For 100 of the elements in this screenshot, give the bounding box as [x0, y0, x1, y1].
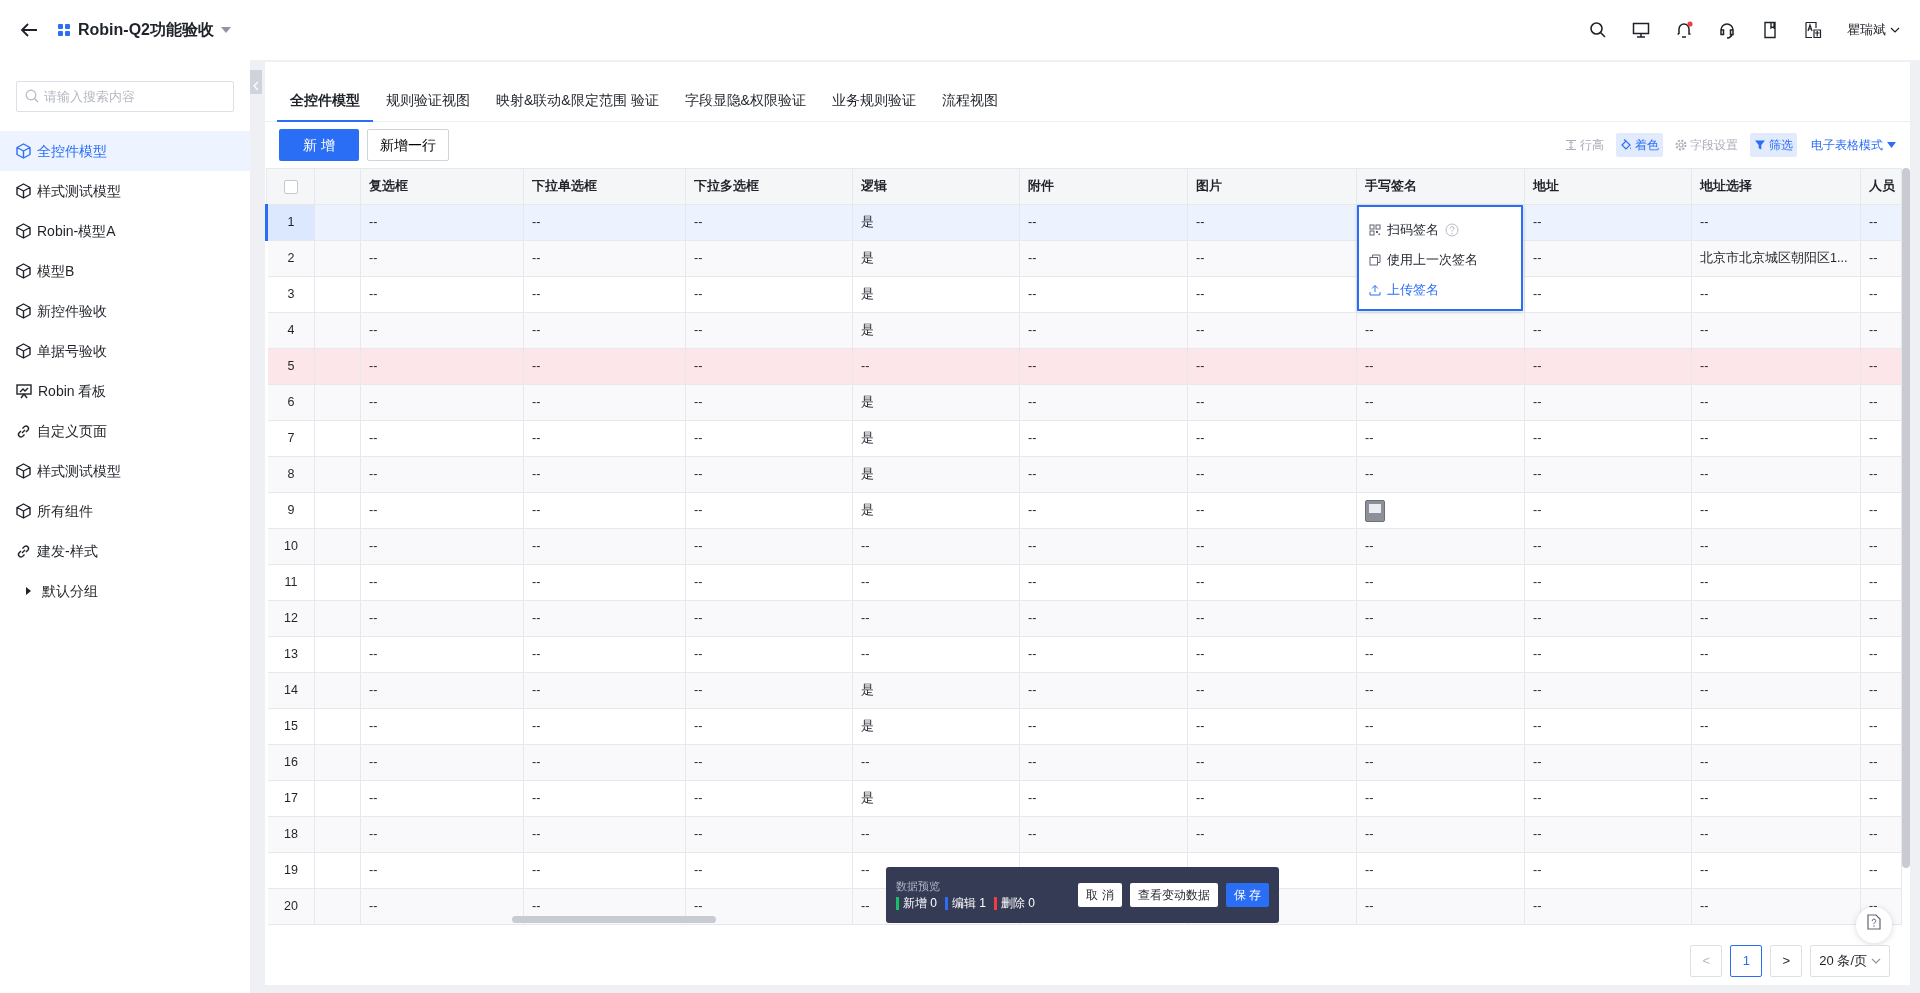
- table-cell: --: [1028, 755, 1037, 770]
- row-number[interactable]: 14: [266, 672, 315, 709]
- row-number[interactable]: 7: [266, 420, 315, 457]
- vertical-scrollbar[interactable]: [1902, 168, 1910, 868]
- table-cell: --: [1700, 755, 1709, 770]
- sidebar-group[interactable]: 默认分组: [0, 571, 250, 611]
- row-number[interactable]: 2: [266, 240, 315, 277]
- row-number[interactable]: 13: [266, 636, 315, 673]
- toolbar-button[interactable]: 着色: [1616, 133, 1663, 157]
- sidebar-item[interactable]: 新控件验收: [0, 291, 250, 331]
- sidebar-item[interactable]: Robin 看板: [0, 371, 250, 411]
- toolbar-button[interactable]: 筛选: [1750, 133, 1797, 157]
- tab[interactable]: 规则验证视图: [373, 62, 483, 122]
- table-cell: --: [1028, 791, 1037, 806]
- table-cell: --: [1028, 611, 1037, 626]
- caret-icon[interactable]: [220, 26, 232, 34]
- mode-dropdown[interactable]: 电子表格模式: [1811, 136, 1896, 154]
- sidebar-item[interactable]: 模型B: [0, 251, 250, 291]
- page-size-dropdown[interactable]: 20 条/页: [1810, 945, 1890, 977]
- column-header[interactable]: 附件: [1019, 168, 1188, 205]
- table-cell: --: [369, 647, 378, 662]
- sidebar-item[interactable]: 样式测试模型: [0, 451, 250, 491]
- search-icon: [25, 89, 39, 103]
- help-button[interactable]: [1856, 907, 1892, 943]
- tab[interactable]: 字段显隐&权限验证: [671, 62, 819, 122]
- bookmark-icon[interactable]: [1761, 21, 1779, 39]
- search-icon[interactable]: [1589, 21, 1607, 39]
- table-cell: --: [694, 251, 703, 266]
- row-number[interactable]: 17: [266, 780, 315, 817]
- bell-icon[interactable]: [1675, 21, 1693, 39]
- row-number[interactable]: 1: [266, 204, 315, 241]
- cube-icon: [16, 223, 31, 239]
- table-cell: --: [369, 575, 378, 590]
- add-row-button[interactable]: 新增一行: [367, 129, 449, 161]
- horizontal-scrollbar[interactable]: [512, 916, 716, 923]
- headset-icon[interactable]: [1718, 21, 1736, 39]
- sidebar-item[interactable]: 所有组件: [0, 491, 250, 531]
- add-button[interactable]: 新 增: [279, 129, 359, 161]
- row-number[interactable]: 16: [266, 744, 315, 781]
- column-header[interactable]: 下拉多选框: [685, 168, 853, 205]
- row-number[interactable]: 4: [266, 312, 315, 349]
- tab[interactable]: 全控件模型: [277, 62, 373, 122]
- table-cell: --: [1365, 899, 1374, 914]
- tab[interactable]: 映射&联动&限定范围 验证: [483, 62, 672, 122]
- row-number[interactable]: 20: [266, 888, 315, 925]
- translate-icon[interactable]: [1804, 21, 1822, 39]
- preview-button[interactable]: 取 消: [1078, 883, 1122, 907]
- select-all-checkbox[interactable]: [283, 179, 298, 194]
- tab[interactable]: 业务规则验证: [818, 62, 929, 122]
- column-header[interactable]: 复选框: [360, 168, 524, 205]
- row-number[interactable]: 19: [266, 852, 315, 889]
- copy-icon: [1369, 254, 1381, 266]
- user-name[interactable]: 瞿瑞斌: [1847, 20, 1886, 40]
- table-cell: --: [694, 647, 703, 662]
- sidebar-item[interactable]: 全控件模型: [0, 131, 250, 171]
- table-cell: --: [1365, 539, 1374, 554]
- tab[interactable]: 流程视图: [928, 62, 1011, 122]
- sidebar-item[interactable]: 建发-样式: [0, 531, 250, 571]
- sidebar-item[interactable]: 单据号验收: [0, 331, 250, 371]
- chevron-down-icon[interactable]: [1890, 27, 1900, 33]
- menu-item[interactable]: 扫码签名: [1369, 215, 1521, 245]
- row-number[interactable]: 10: [266, 528, 315, 565]
- table-cell: 是: [861, 431, 874, 446]
- table-cell: 是: [861, 503, 874, 518]
- row-number[interactable]: 18: [266, 816, 315, 853]
- row-number[interactable]: 11: [266, 564, 315, 601]
- row-number[interactable]: 12: [266, 600, 315, 637]
- column-header[interactable]: 手写签名: [1356, 168, 1525, 205]
- monitor-icon[interactable]: [1632, 21, 1650, 39]
- search-field[interactable]: 请输入搜索内容: [16, 81, 234, 112]
- column-header[interactable]: 图片: [1187, 168, 1357, 205]
- column-header[interactable]: 逻辑: [852, 168, 1020, 205]
- table-cell: --: [1196, 503, 1205, 518]
- back-arrow-icon[interactable]: [20, 22, 38, 38]
- row-number[interactable]: 8: [266, 456, 315, 493]
- row-number[interactable]: 6: [266, 384, 315, 421]
- column-header[interactable]: 人员: [1860, 168, 1902, 205]
- column-header[interactable]: 地址: [1524, 168, 1692, 205]
- page-button[interactable]: 1: [1730, 945, 1763, 977]
- collapse-handle[interactable]: [250, 70, 262, 94]
- row-number[interactable]: 9: [266, 492, 315, 529]
- cube-icon: [16, 183, 31, 199]
- column-header[interactable]: 下拉单选框: [523, 168, 686, 205]
- row-number[interactable]: 3: [266, 276, 315, 313]
- table-cell: --: [1869, 359, 1878, 374]
- column-header[interactable]: 地址选择: [1691, 168, 1861, 205]
- table-cell: --: [1196, 539, 1205, 554]
- table-cell: --: [1869, 575, 1878, 590]
- sidebar-item[interactable]: 样式测试模型: [0, 171, 250, 211]
- table-cell: --: [1365, 755, 1374, 770]
- save-button[interactable]: 保 存: [1225, 883, 1269, 907]
- signature-thumbnail[interactable]: [1365, 499, 1385, 522]
- sidebar-item[interactable]: 自定义页面: [0, 411, 250, 451]
- next-page-button[interactable]: >: [1770, 945, 1803, 977]
- row-number[interactable]: 15: [266, 708, 315, 745]
- row-number[interactable]: 5: [266, 348, 315, 385]
- preview-button[interactable]: 查看变动数据: [1129, 883, 1218, 907]
- cube-icon: [16, 503, 31, 519]
- sidebar-item[interactable]: Robin-模型A: [0, 211, 250, 251]
- table-cell: --: [1196, 791, 1205, 806]
